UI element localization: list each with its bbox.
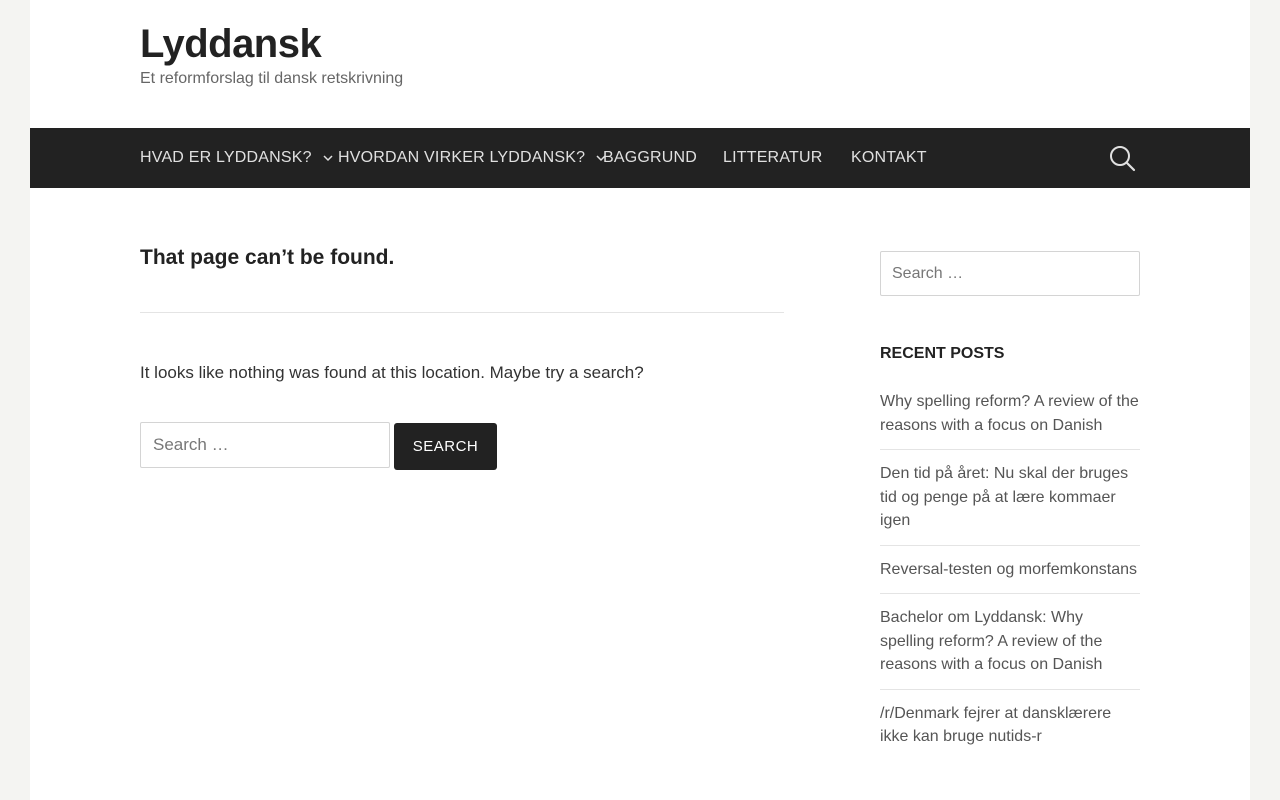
list-item: Reversal-testen og morfemkonstans	[880, 558, 1140, 594]
site-tagline: Et reformforslag til dansk retskrivning	[140, 70, 404, 87]
search-button[interactable]: SEARCH	[394, 423, 497, 470]
recent-posts-list: Why spelling reform? A review of the rea…	[880, 390, 1140, 773]
nav-item-label: LITTERATUR	[723, 149, 823, 166]
not-found-message: It looks like nothing was found at this …	[140, 363, 644, 382]
page-title: That page can’t be found.	[140, 246, 395, 269]
page-container: Lyddansk Et reformforslag til dansk rets…	[30, 0, 1250, 800]
sidebar-search-input[interactable]	[880, 251, 1140, 296]
nav-item-label: HVORDAN VIRKER LYDDANSK?	[338, 149, 586, 166]
nav-item-litteratur[interactable]: LITTERATUR	[723, 128, 822, 188]
recent-post-link[interactable]: Den tid på året: Nu skal der bruges tid …	[880, 465, 1128, 529]
site-title[interactable]: Lyddansk	[140, 22, 322, 67]
nav-item-label: BAGGRUND	[603, 149, 698, 166]
nav-item-kontakt[interactable]: KONTAKT	[851, 128, 927, 188]
list-item: Why spelling reform? A review of the rea…	[880, 390, 1140, 450]
recent-post-link[interactable]: /r/Denmark fejrer at dansklærere ikke ka…	[880, 705, 1111, 746]
list-item: Bachelor om Lyddansk: Why spelling refor…	[880, 606, 1140, 690]
nav-item-baggrund[interactable]: BAGGRUND	[603, 128, 697, 188]
nav-item-label: HVAD ER LYDDANSK?	[140, 149, 312, 166]
list-item: Den tid på året: Nu skal der bruges tid …	[880, 462, 1140, 546]
nav-item-hvordan-virker-lyddansk[interactable]: HVORDAN VIRKER LYDDANSK?	[338, 128, 607, 188]
search-input[interactable]	[140, 422, 390, 468]
nav-item-hvad-er-lyddansk[interactable]: HVAD ER LYDDANSK?	[140, 128, 334, 188]
recent-post-link[interactable]: Reversal-testen og morfemkonstans	[880, 561, 1137, 578]
list-item: /r/Denmark fejrer at dansklærere ikke ka…	[880, 702, 1140, 761]
recent-post-link[interactable]: Bachelor om Lyddansk: Why spelling refor…	[880, 609, 1102, 673]
main-navigation: HVAD ER LYDDANSK? HVORDAN VIRKER LYDDANS…	[30, 128, 1250, 188]
recent-posts-heading: RECENT POSTS	[880, 345, 1005, 362]
recent-post-link[interactable]: Why spelling reform? A review of the rea…	[880, 393, 1139, 434]
nav-item-label: KONTAKT	[851, 149, 927, 166]
heading-divider	[140, 312, 784, 313]
search-icon[interactable]	[1108, 144, 1138, 174]
chevron-down-icon	[322, 154, 334, 162]
